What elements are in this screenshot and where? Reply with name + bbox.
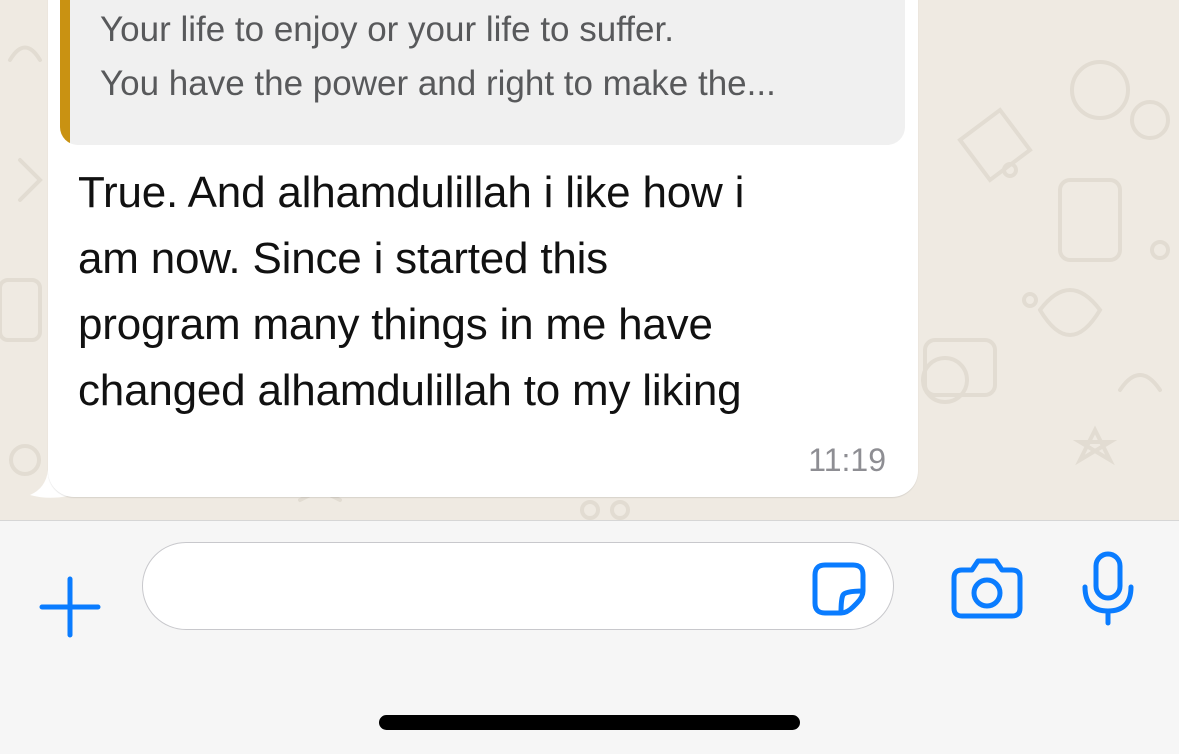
- home-indicator[interactable]: [379, 715, 800, 730]
- attach-button[interactable]: [36, 573, 104, 641]
- chat-wallpaper: Your life to enjoy or your life to suffe…: [0, 0, 1179, 520]
- message-input-bar: [0, 520, 1179, 754]
- sticker-icon: [812, 562, 866, 616]
- quoted-line-2: You have the power and right to make the…: [100, 64, 776, 103]
- microphone-button[interactable]: [1080, 551, 1136, 627]
- microphone-icon: [1082, 551, 1134, 626]
- camera-icon: [951, 558, 1023, 619]
- quoted-message[interactable]: Your life to enjoy or your life to suffe…: [60, 0, 905, 145]
- message-input[interactable]: [173, 561, 797, 613]
- message-timestamp: 11:19: [808, 442, 886, 478]
- quote-accent-bar: [60, 0, 70, 145]
- chat-screen: Your life to enjoy or your life to suffe…: [0, 0, 1179, 754]
- message-bubble[interactable]: Your life to enjoy or your life to suffe…: [48, 0, 918, 497]
- quoted-line-1: Your life to enjoy or your life to suffe…: [100, 10, 674, 49]
- message-text-field[interactable]: [142, 542, 894, 630]
- message-line-3: program many things in me have: [78, 300, 713, 349]
- message-line-4: changed alhamdulillah to my liking: [78, 366, 742, 415]
- message-line-1: True. And alhamdulillah i like how i: [78, 168, 745, 217]
- sticker-button[interactable]: [811, 561, 867, 617]
- camera-button[interactable]: [950, 556, 1024, 620]
- plus-icon: [39, 576, 101, 638]
- message-line-2: am now. Since i started this: [78, 234, 608, 283]
